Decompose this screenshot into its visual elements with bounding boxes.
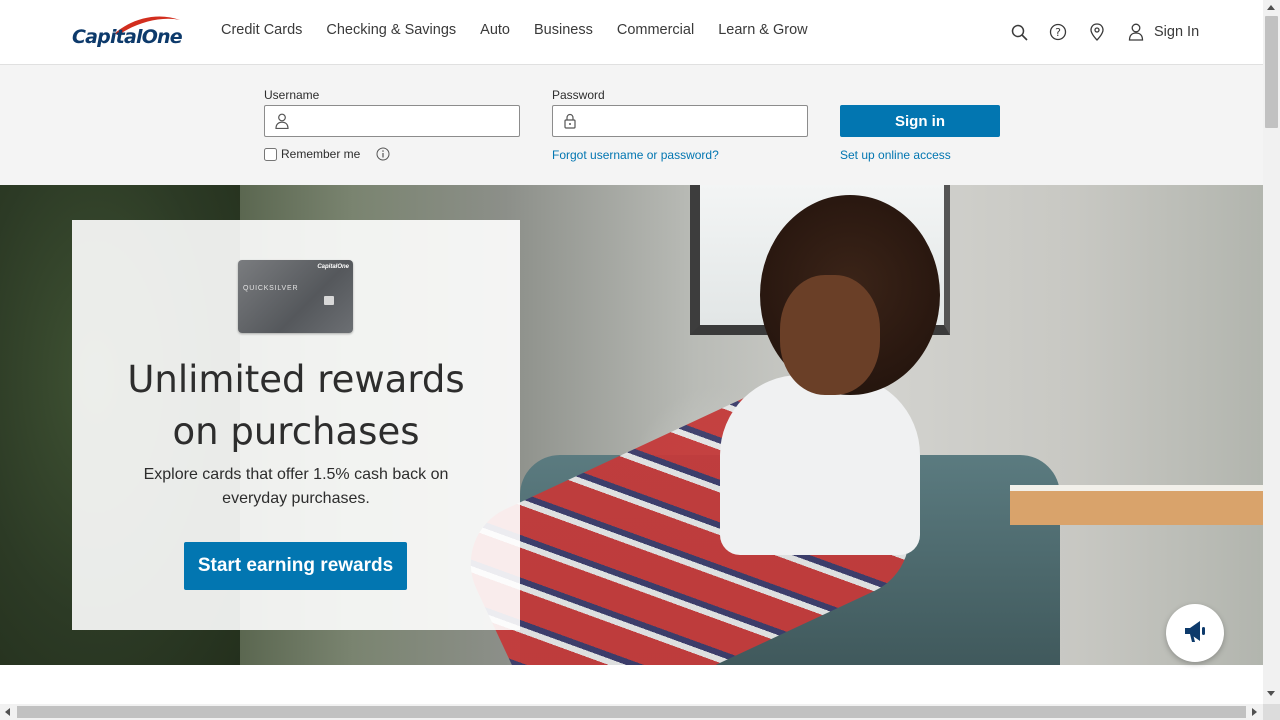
feedback-button[interactable] bbox=[1166, 604, 1224, 662]
nav-auto[interactable]: Auto bbox=[468, 22, 522, 38]
forgot-credentials-link[interactable]: Forgot username or password? bbox=[552, 148, 719, 162]
username-label: Username bbox=[264, 88, 320, 102]
scroll-down-arrow-icon[interactable] bbox=[1267, 691, 1275, 696]
hero-person-face bbox=[780, 275, 880, 395]
login-bar: Username Password Sign in Remember me Fo… bbox=[0, 65, 1263, 185]
nav-checking-savings[interactable]: Checking & Savings bbox=[314, 22, 468, 38]
scroll-up-arrow-icon[interactable] bbox=[1267, 5, 1275, 10]
nav-learn-grow[interactable]: Learn & Grow bbox=[706, 22, 819, 38]
promo-heading: Unlimited rewards on purchases bbox=[72, 354, 520, 458]
location-button[interactable] bbox=[1087, 22, 1107, 42]
header-sign-in-label: Sign In bbox=[1154, 24, 1200, 40]
horizontal-scroll-thumb[interactable] bbox=[17, 706, 1246, 718]
card-chip-icon bbox=[324, 296, 334, 305]
password-label: Password bbox=[552, 88, 605, 102]
password-field-wrapper bbox=[552, 105, 808, 137]
promo-heading-line1: Unlimited rewards bbox=[127, 358, 465, 401]
help-button[interactable]: ? bbox=[1048, 22, 1068, 42]
password-input[interactable] bbox=[584, 106, 804, 136]
sign-in-button[interactable]: Sign in bbox=[840, 105, 1000, 137]
hero-person-shirt bbox=[720, 375, 920, 555]
search-icon bbox=[1009, 22, 1029, 42]
nav-commercial[interactable]: Commercial bbox=[605, 22, 706, 38]
vertical-scroll-thumb[interactable] bbox=[1265, 16, 1278, 128]
remember-me-checkbox[interactable] bbox=[264, 147, 277, 161]
remember-me: Remember me bbox=[264, 147, 390, 161]
person-icon bbox=[274, 113, 290, 129]
username-field-wrapper bbox=[264, 105, 520, 137]
promo-subtext: Explore cards that offer 1.5% cash back … bbox=[143, 466, 449, 507]
card-name-label: QUICKSILVER bbox=[243, 285, 299, 292]
search-button[interactable] bbox=[1009, 22, 1029, 42]
promo-panel: CapitalOne QUICKSILVER Unlimited rewards… bbox=[72, 220, 520, 630]
header-sign-in-link[interactable]: Sign In bbox=[1126, 22, 1199, 42]
scroll-left-arrow-icon[interactable] bbox=[5, 708, 10, 716]
help-icon: ? bbox=[1048, 22, 1068, 42]
lock-icon bbox=[562, 113, 578, 129]
capital-one-logo[interactable]: CapitalOne bbox=[72, 14, 183, 54]
hero-banner: CapitalOne QUICKSILVER Unlimited rewards… bbox=[0, 185, 1263, 665]
logo-text: CapitalOne bbox=[72, 26, 183, 48]
setup-online-access-link[interactable]: Set up online access bbox=[840, 148, 951, 162]
vertical-scrollbar[interactable] bbox=[1263, 0, 1280, 704]
main-nav: Credit Cards Checking & Savings Auto Bus… bbox=[209, 22, 820, 38]
start-earning-rewards-button[interactable]: Start earning rewards bbox=[184, 542, 407, 590]
hero-side-table bbox=[1010, 485, 1263, 525]
scroll-right-arrow-icon[interactable] bbox=[1252, 708, 1257, 716]
info-icon[interactable] bbox=[376, 147, 390, 161]
scrollbar-corner bbox=[1263, 704, 1280, 720]
svg-text:?: ? bbox=[1055, 26, 1061, 39]
user-icon bbox=[1126, 22, 1146, 42]
horizontal-scrollbar[interactable] bbox=[0, 704, 1263, 720]
promo-heading-line2: on purchases bbox=[172, 410, 420, 453]
nav-credit-cards[interactable]: Credit Cards bbox=[209, 22, 314, 38]
nav-business[interactable]: Business bbox=[522, 22, 605, 38]
megaphone-icon bbox=[1180, 616, 1210, 651]
username-input[interactable] bbox=[296, 106, 516, 136]
site-header: CapitalOne Credit Cards Checking & Savin… bbox=[0, 0, 1263, 65]
quicksilver-card-image[interactable]: CapitalOne QUICKSILVER bbox=[238, 260, 353, 333]
card-brand-label: CapitalOne bbox=[317, 264, 349, 270]
remember-me-label: Remember me bbox=[281, 147, 361, 161]
location-icon bbox=[1087, 22, 1107, 42]
